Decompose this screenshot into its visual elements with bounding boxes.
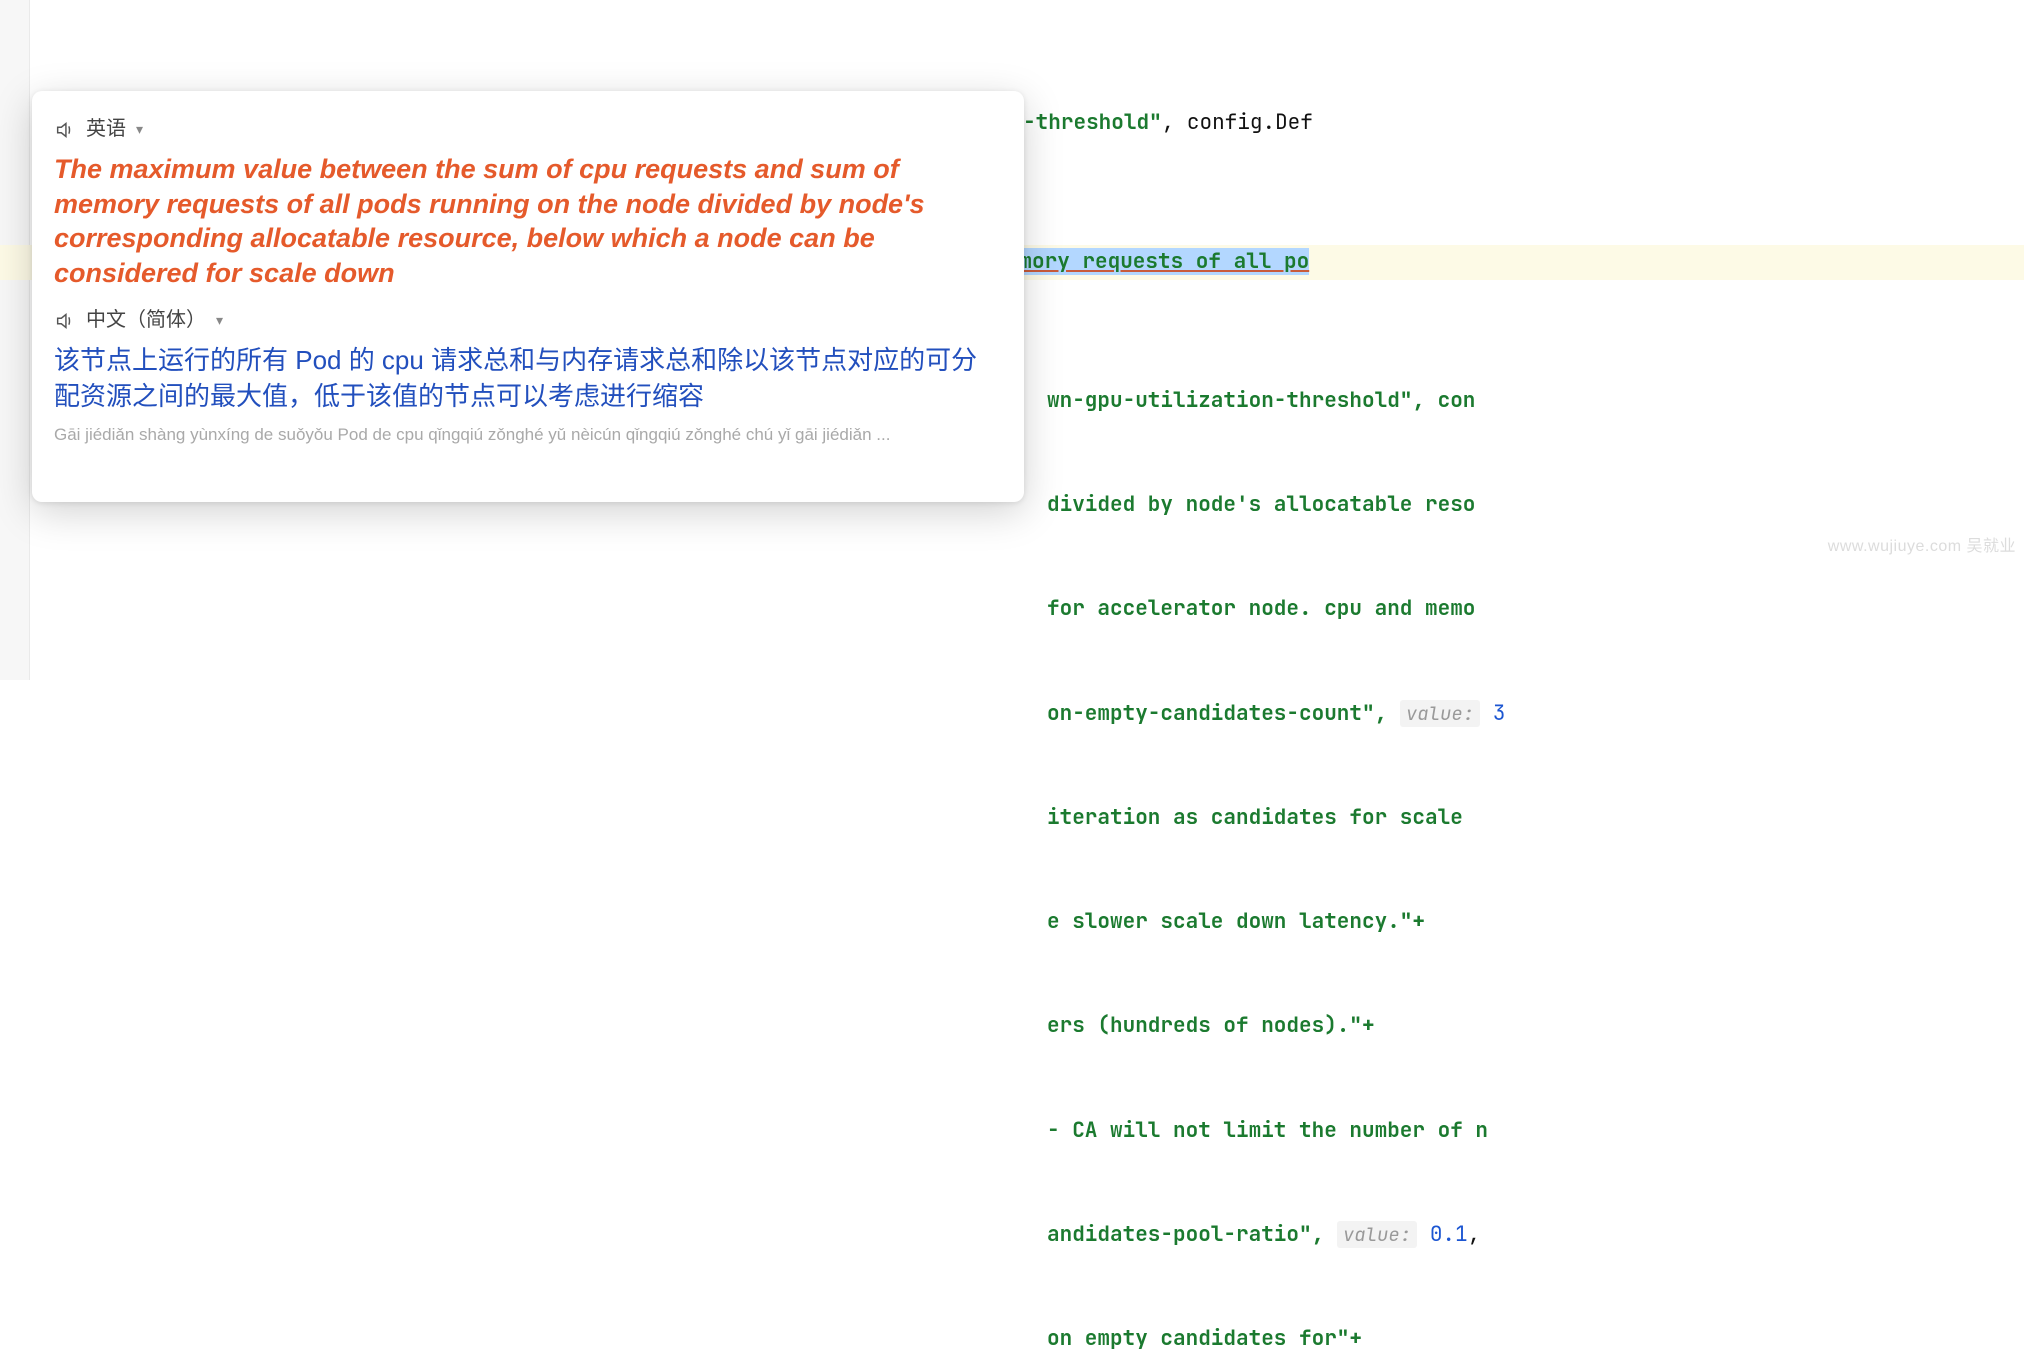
- string-literal: andidates-pool-ratio",: [1047, 1221, 1337, 1248]
- string-literal: for accelerator node. cpu and memo: [1047, 595, 1475, 622]
- tail-text: , config.Def: [1162, 109, 1313, 136]
- string-literal: on-empty-candidates-count",: [1047, 700, 1400, 727]
- chevron-down-icon[interactable]: ▾: [136, 118, 143, 141]
- code-line[interactable]: andidates-pool-ratio", value: 0.1,: [0, 1218, 2024, 1253]
- chevron-down-icon[interactable]: ▾: [216, 309, 223, 332]
- source-language-label: 英语: [86, 113, 126, 146]
- speaker-icon[interactable]: [54, 119, 76, 141]
- string-literal: ers (hundreds of nodes)."+: [1047, 1012, 1375, 1039]
- code-line[interactable]: on-empty-candidates-count", value: 3: [0, 697, 2024, 732]
- code-line[interactable]: for accelerator node. cpu and memo: [0, 592, 2024, 627]
- code-line[interactable]: on empty candidates for"+: [0, 1322, 2024, 1357]
- string-literal: iteration as candidates for scale: [1047, 804, 1463, 831]
- string-literal: - CA will not limit the number of n: [1047, 1117, 1488, 1144]
- number-literal: 0.1: [1417, 1221, 1467, 1248]
- string-literal: divided by node's allocatable reso: [1047, 491, 1475, 518]
- param-hint-value: value:: [1400, 700, 1480, 727]
- source-text: The maximum value between the sum of cpu…: [54, 152, 1002, 290]
- pinyin-text: Gāi jiédiǎn shàng yùnxíng de suǒyǒu Pod …: [54, 421, 1002, 449]
- target-language-label: 中文（简体）: [86, 304, 206, 337]
- speaker-icon[interactable]: [54, 310, 76, 332]
- code-line[interactable]: e slower scale down latency."+: [0, 905, 2024, 940]
- string-literal: e slower scale down latency."+: [1047, 908, 1425, 935]
- source-language-row[interactable]: 英语 ▾: [54, 113, 1002, 146]
- param-hint-value: value:: [1337, 1221, 1417, 1248]
- string-literal: wn-gpu-utilization-threshold", con: [1047, 387, 1475, 414]
- code-line[interactable]: iteration as candidates for scale: [0, 801, 2024, 836]
- watermark: www.wujiuye.com 吴就业: [1828, 534, 2016, 560]
- comma: ,: [1468, 1221, 1481, 1248]
- code-line[interactable]: ers (hundreds of nodes)."+: [0, 1009, 2024, 1044]
- number-literal: 3: [1480, 700, 1505, 727]
- string-literal: on empty candidates for"+: [1047, 1325, 1362, 1352]
- target-text: 该节点上运行的所有 Pod 的 cpu 请求总和与内存请求总和除以该节点对应的可…: [54, 343, 1002, 415]
- target-language-row[interactable]: 中文（简体） ▾: [54, 304, 1002, 337]
- translate-popup[interactable]: 英语 ▾ The maximum value between the sum o…: [32, 91, 1024, 502]
- code-line[interactable]: - CA will not limit the number of n: [0, 1114, 2024, 1149]
